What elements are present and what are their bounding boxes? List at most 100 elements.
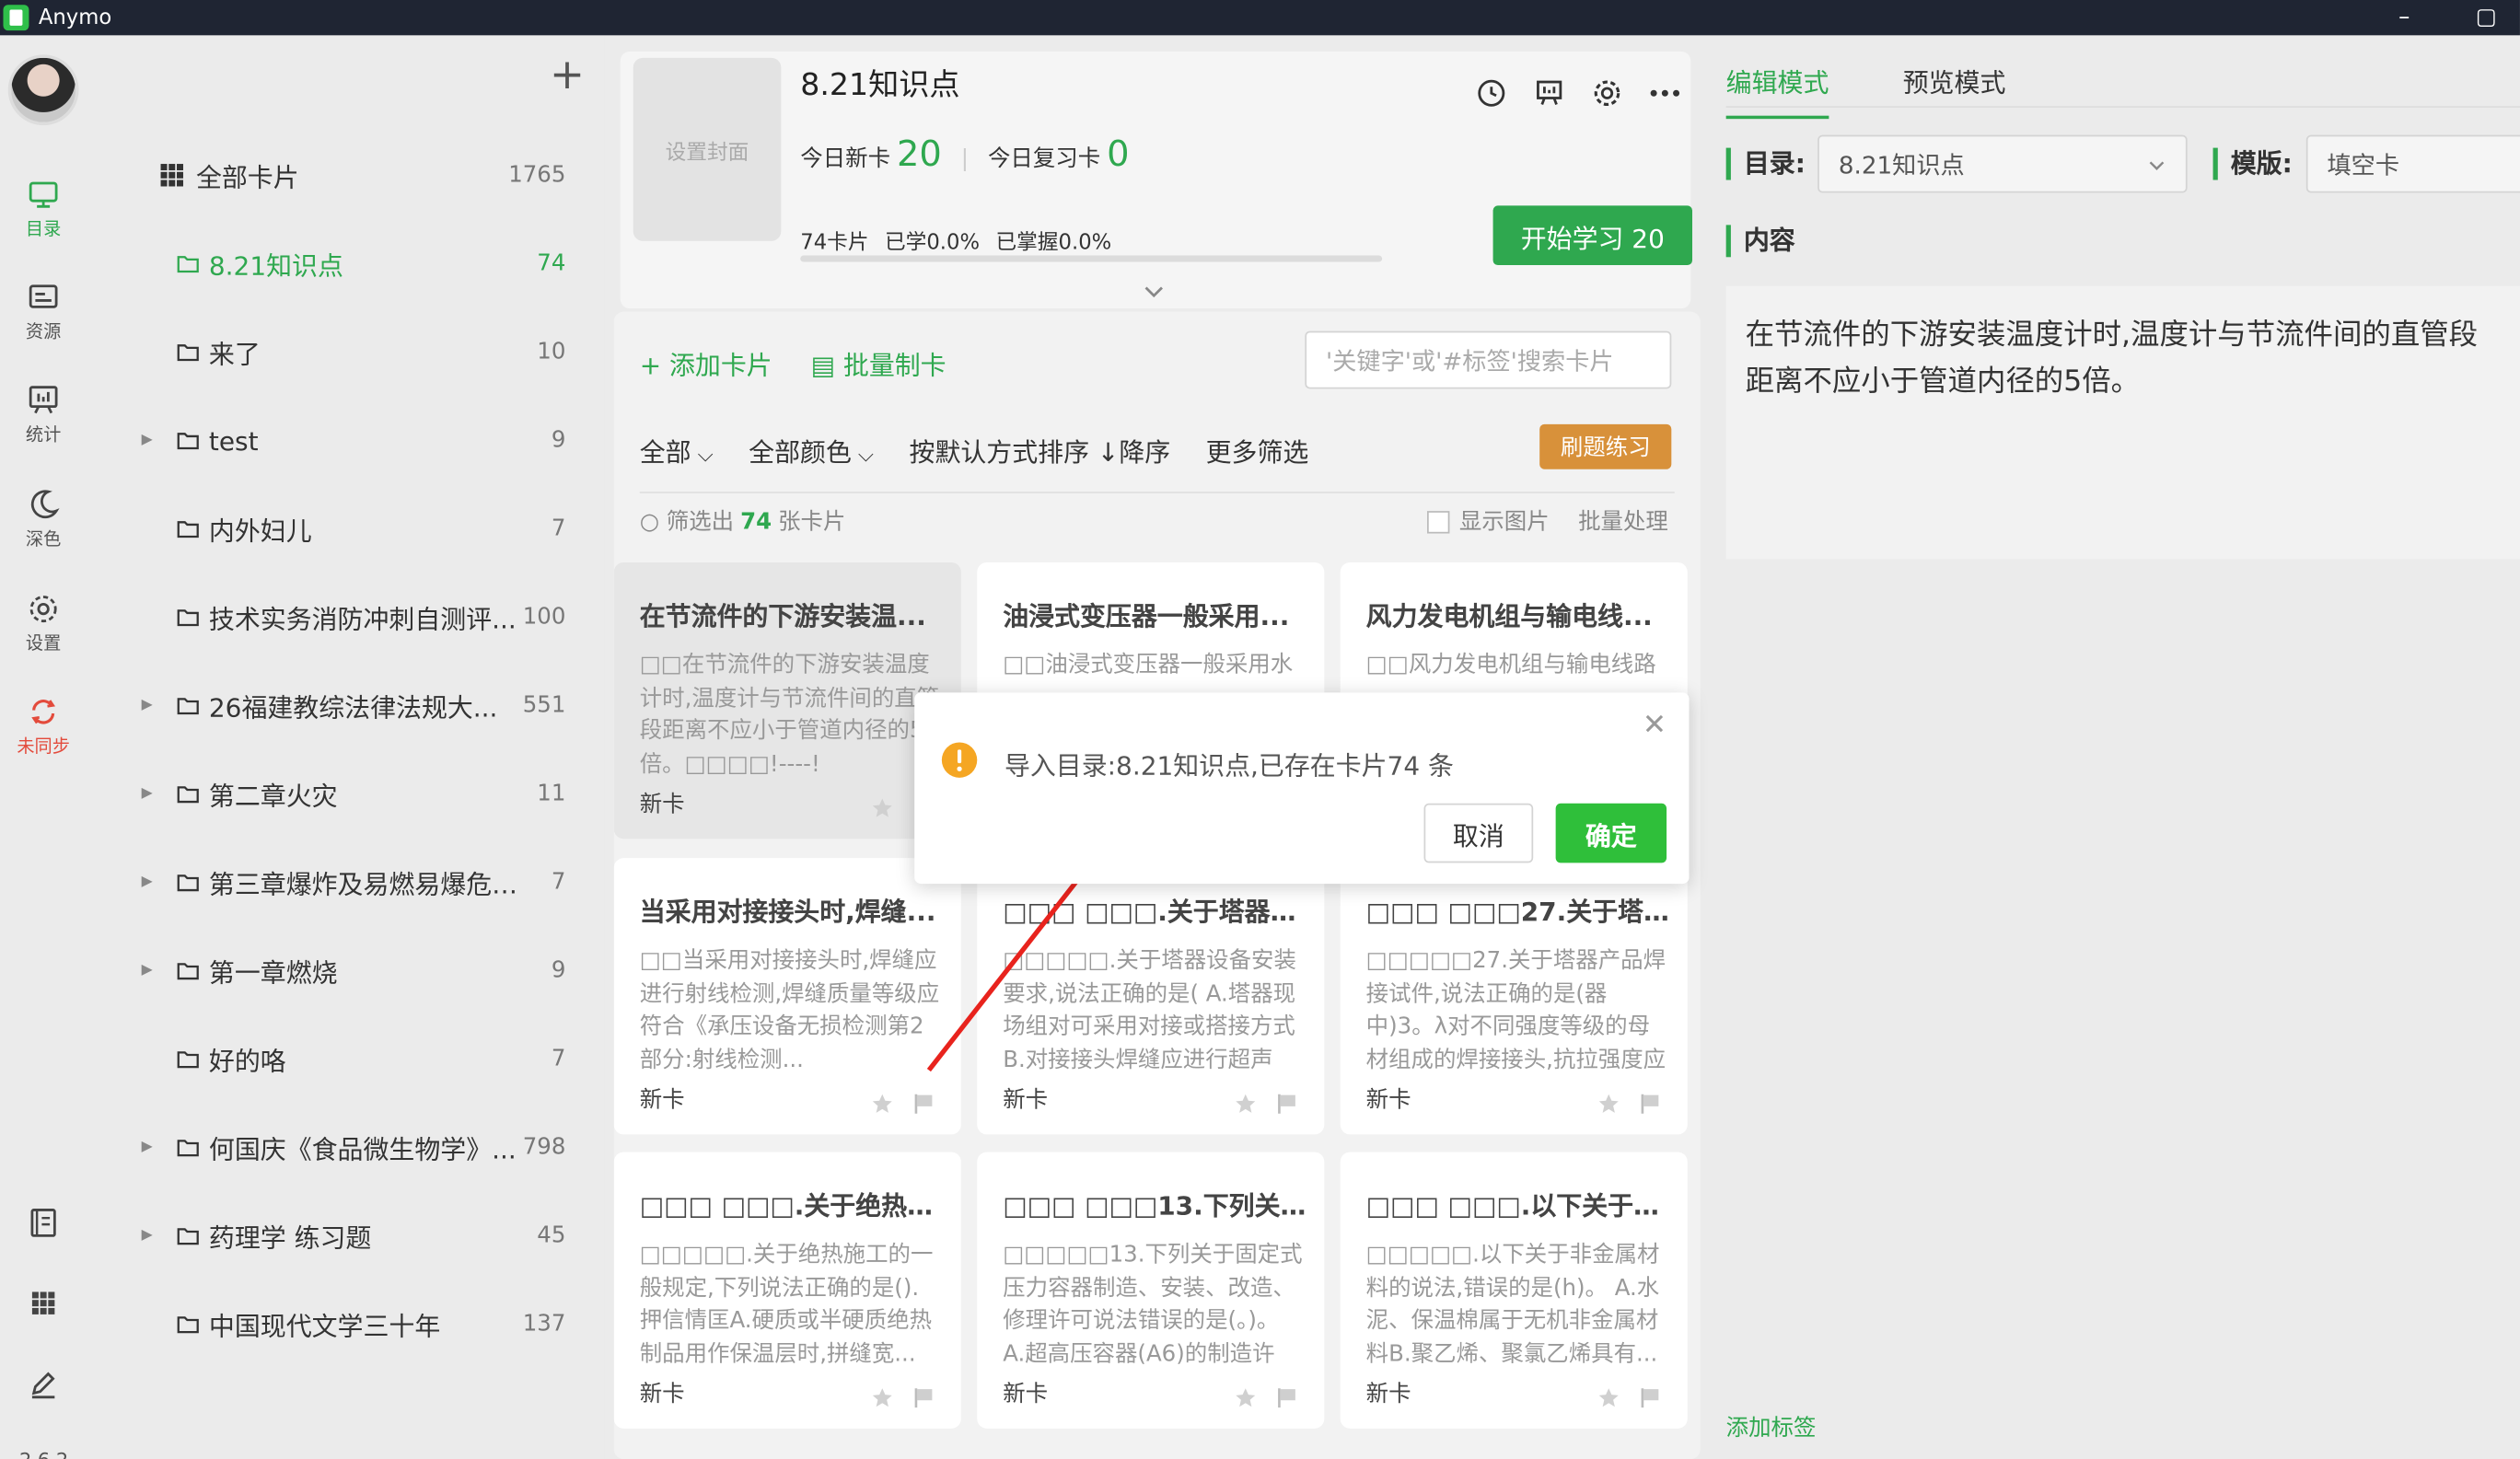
flag-icon[interactable] [1276, 1386, 1298, 1408]
dir-item[interactable]: ▶ 26福建教综法律法规大... 551 [87, 681, 588, 729]
card-body: □□□□□27.关于塔器产品焊接试件,说法正确的是(器中)3。λ对不同强度等级的… [1365, 947, 1666, 1073]
expand-arrow-icon[interactable]: ▶ [142, 786, 153, 802]
stats-icon[interactable] [1530, 74, 1569, 112]
star-icon[interactable] [871, 1093, 893, 1115]
template-select[interactable]: 填空卡 [2305, 134, 2520, 193]
dir-label: 药理学 练习题 [208, 1222, 372, 1254]
rail-item-apps[interactable] [0, 1285, 87, 1324]
flag-icon[interactable] [1639, 1093, 1661, 1115]
minimize-button[interactable]: – [2372, 0, 2436, 35]
show-images-toggle[interactable]: 显示图片 [1427, 504, 1550, 537]
star-icon[interactable] [871, 1386, 893, 1408]
dir-item[interactable]: 中国现代文学三十年 137 [87, 1300, 588, 1348]
dir-item[interactable]: 技术实务消防冲刺自测评... 100 [87, 593, 588, 641]
dir-item[interactable]: 好的咯 7 [87, 1035, 588, 1083]
flag-icon[interactable] [912, 1093, 935, 1115]
filter-color-dropdown[interactable]: 全部颜色 [749, 431, 874, 469]
confirm-button[interactable]: 确定 [1555, 803, 1667, 863]
rail-item-stats[interactable]: 统计 [0, 382, 87, 446]
dir-item[interactable]: ▶ 何国庆《食品微生物学》... 798 [87, 1123, 588, 1171]
sort-label: 按默认方式排序 [909, 436, 1090, 468]
folder-icon [177, 609, 199, 627]
batch-process-button[interactable]: 批量处理 [1578, 504, 1668, 537]
knowledge-card[interactable]: 在节流件的下游安装温... □□在节流件的下游安装温度计时,温度计与节流件间的直管… [613, 562, 961, 840]
more-icon[interactable] [1645, 74, 1684, 112]
knowledge-card[interactable]: 当采用对接接头时,焊缝... □□当采用对接接头时,焊缝应进行射线检测,焊缝质量等… [613, 858, 961, 1135]
dir-item[interactable]: 8.21知识点 74 [87, 239, 588, 287]
version-label: 2.6.2 [19, 1450, 68, 1459]
rail-item-resource[interactable]: 资源 [0, 280, 87, 344]
expand-arrow-icon[interactable]: ▶ [142, 963, 153, 978]
deck-tools [1472, 74, 1684, 112]
close-icon[interactable]: ✕ [1643, 709, 1666, 743]
add-card-label: 添加卡片 [669, 350, 772, 381]
expand-arrow-icon[interactable]: ▶ [142, 874, 153, 890]
tab-preview-mode[interactable]: 预览模式 [1903, 61, 2006, 119]
dir-select[interactable]: 8.21知识点 [1817, 134, 2188, 193]
dir-item[interactable]: 来了 10 [87, 328, 588, 376]
knowledge-card[interactable]: □□□ □□□.关于绝热施... □□□□□.关于绝热施工的一般规定,下列说法正确… [613, 1152, 961, 1429]
knowledge-card[interactable]: □□□ □□□27.关于塔器... □□□□□27.关于塔器产品焊接试件,说法正确… [1340, 858, 1688, 1135]
flag-icon[interactable] [1639, 1386, 1661, 1408]
expand-arrow-icon[interactable]: ▶ [142, 1140, 153, 1155]
star-icon[interactable] [871, 797, 893, 819]
rail-item-sync[interactable]: 未同步 [0, 694, 87, 758]
add-card-button[interactable]: + 添加卡片 [640, 344, 772, 383]
filtered-count: 74 [740, 509, 772, 536]
content-editor[interactable]: 在节流件的下游安装温度计时,温度计与节流件间的直管段距离不应小于管道内径的5倍。 [1725, 285, 2520, 560]
card-body: □□□□□.关于塔器设备安装要求,说法正确的是( A.塔器现场组对可采用对接或搭… [1003, 947, 1296, 1073]
rail-item-dark-mode[interactable]: 深色 [0, 487, 87, 551]
rail-item-edit[interactable] [0, 1366, 87, 1405]
history-icon[interactable] [1472, 74, 1511, 112]
more-filters-button[interactable]: 更多筛选 [1206, 431, 1309, 469]
import-confirm-dialog: 导入目录:8.21知识点,已存在卡片74 条 ✕ 取消 确定 [914, 692, 1690, 885]
star-icon[interactable] [1597, 1386, 1620, 1408]
add-directory-button[interactable]: + [550, 54, 585, 96]
filter-divider [639, 492, 1675, 493]
add-tag-button[interactable]: 添加标签 [1726, 1411, 1817, 1443]
card-search-input[interactable]: '关键字'或'#标签'搜索卡片 [1305, 330, 1672, 389]
rail-item-directory[interactable]: 目录 [0, 177, 87, 241]
gear-icon [29, 596, 57, 623]
dir-all-cards[interactable]: 全部卡片 1765 [87, 151, 588, 199]
dir-item[interactable]: ▶ 第二章火灾 11 [87, 770, 588, 817]
expand-arrow-icon[interactable]: ▶ [142, 1228, 153, 1244]
set-cover-button[interactable]: 设置封面 [633, 57, 782, 241]
filter-all-dropdown[interactable]: 全部 [640, 431, 714, 469]
maximize-button[interactable]: ▢ [2454, 0, 2518, 35]
folder-icon [177, 1140, 199, 1157]
knowledge-card[interactable]: □□□ □□□13.下列关于... □□□□□13.下列关于固定式压力容器制造、安… [977, 1152, 1325, 1429]
rail-item-settings[interactable]: 设置 [0, 591, 87, 655]
star-icon[interactable] [1235, 1093, 1257, 1115]
rail-item-notebook[interactable] [0, 1205, 87, 1244]
dir-item[interactable]: ▶ 第三章爆炸及易燃易爆危险... 7 [87, 858, 588, 906]
flag-icon[interactable] [912, 1386, 935, 1408]
star-icon[interactable] [1235, 1386, 1257, 1408]
dir-item[interactable]: ▶ test 9 [87, 416, 588, 464]
new-card-count: 20 [896, 134, 942, 176]
dir-item[interactable]: ▶ 第一章燃烧 9 [87, 946, 588, 994]
dir-item[interactable]: 内外妇儿 7 [87, 504, 588, 552]
start-learning-button[interactable]: 开始学习 20 [1492, 205, 1693, 266]
flag-icon[interactable] [1276, 1093, 1298, 1115]
gear-icon[interactable] [1588, 74, 1627, 112]
dir-item[interactable]: ▶ 药理学 练习题 45 [87, 1211, 588, 1259]
expand-arrow-icon[interactable]: ▶ [142, 433, 153, 448]
cancel-button[interactable]: 取消 [1423, 803, 1534, 863]
avatar[interactable] [7, 54, 79, 126]
expand-arrow-icon[interactable]: ▶ [142, 698, 153, 713]
moon-icon [30, 490, 60, 519]
deck-progress-text: 74卡片 已学0.0% 已掌握0.0% [800, 225, 1127, 255]
practice-button[interactable]: 刷题练习 [1539, 423, 1672, 469]
folder-icon [177, 1228, 199, 1245]
sort-control[interactable]: 按默认方式排序 ↓降序 [910, 431, 1171, 469]
show-images-checkbox[interactable] [1427, 511, 1450, 534]
tab-edit-mode[interactable]: 编辑模式 [1725, 61, 1829, 120]
chevron-down-icon[interactable] [1141, 280, 1167, 306]
batch-create-button[interactable]: ▤ 批量制卡 [811, 344, 946, 383]
card-actions [1235, 1386, 1299, 1408]
folder-icon [177, 344, 199, 362]
star-icon[interactable] [1597, 1093, 1620, 1115]
knowledge-card[interactable]: □□□ □□□.以下关于非... □□□□□.以下关于非金属材料的说法,错误的是(… [1340, 1152, 1688, 1429]
knowledge-card[interactable]: □□□ □□□.关于塔器设... □□□□□.关于塔器设备安装要求,说法正确的是(… [977, 858, 1325, 1135]
